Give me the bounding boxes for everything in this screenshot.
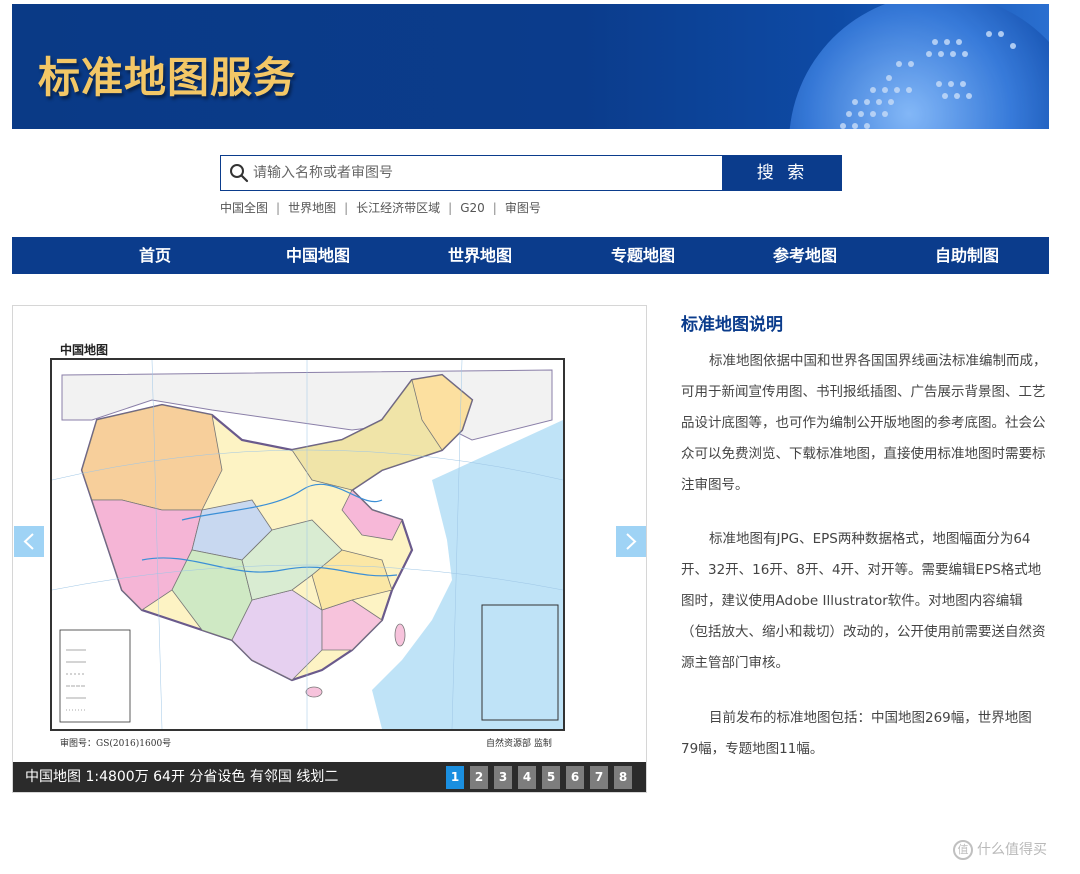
watermark: 值什么值得买 bbox=[953, 839, 1047, 860]
main-nav: 首页 中国地图 世界地图 专题地图 参考地图 自助制图 bbox=[12, 237, 1049, 274]
approval-number: 审图号：GS(2016)1600号 bbox=[60, 739, 172, 749]
page-button-2[interactable]: 2 bbox=[470, 766, 488, 789]
page: 标准地图服务 请输入名称或者审图号 搜 索 中国全图 | 世界地图 | 长江经济… bbox=[0, 0, 1080, 874]
page-button-8[interactable]: 8 bbox=[614, 766, 632, 789]
chevron-right-icon bbox=[626, 533, 637, 550]
page-button-7[interactable]: 7 bbox=[590, 766, 608, 789]
page-button-4[interactable]: 4 bbox=[518, 766, 536, 789]
quick-link-yangtze[interactable]: 长江经济带区域 bbox=[356, 201, 440, 215]
slide-caption-bar: 中国地图 1:4800万 64开 分省设色 有邻国 线划二 1 2 3 4 5 … bbox=[13, 762, 646, 792]
map-title: 中国地图 bbox=[60, 343, 109, 357]
search-button[interactable]: 搜 索 bbox=[723, 155, 842, 191]
nav-item-self-service[interactable]: 自助制图 bbox=[907, 237, 1027, 274]
page-button-6[interactable]: 6 bbox=[566, 766, 584, 789]
separator: | bbox=[344, 201, 349, 215]
nav-item-world-map[interactable]: 世界地图 bbox=[420, 237, 540, 274]
search-input[interactable] bbox=[253, 156, 718, 190]
nav-item-home[interactable]: 首页 bbox=[95, 237, 215, 274]
chevron-left-icon bbox=[23, 533, 34, 550]
search-box bbox=[220, 155, 723, 191]
map-supervisor: 自然资源部 监制 bbox=[486, 739, 552, 749]
site-banner: 标准地图服务 bbox=[12, 4, 1049, 129]
watermark-text: 什么值得买 bbox=[977, 842, 1047, 858]
search-icon bbox=[230, 164, 249, 183]
map-slider: 中国地图 审图号：GS(2016)1600号 自然资源部 监制 中国地图 1:4… bbox=[12, 305, 647, 793]
page-button-1[interactable]: 1 bbox=[446, 766, 464, 789]
quick-link-approval-no[interactable]: 审图号 bbox=[505, 201, 541, 215]
nav-item-reference-map[interactable]: 参考地图 bbox=[745, 237, 865, 274]
description-paragraph: 目前发布的标准地图包括：中国地图269幅，世界地图79幅，专题地图11幅。 bbox=[681, 710, 1032, 757]
next-slide-button[interactable] bbox=[616, 526, 646, 557]
slide-caption: 中国地图 1:4800万 64开 分省设色 有邻国 线划二 bbox=[25, 769, 339, 785]
quick-link-world[interactable]: 世界地图 bbox=[288, 201, 336, 215]
description-paragraph: 标准地图有JPG、EPS两种数据格式，地图幅面分为64开、32开、16开、8开、… bbox=[681, 531, 1046, 671]
nav-item-thematic-map[interactable]: 专题地图 bbox=[583, 237, 703, 274]
watermark-logo-icon: 值 bbox=[953, 840, 973, 860]
page-button-3[interactable]: 3 bbox=[494, 766, 512, 789]
description-paragraph: 标准地图依据中国和世界各国国界线画法标准编制而成，可用于新闻宣传用图、书刊报纸插… bbox=[681, 353, 1047, 493]
separator: | bbox=[448, 201, 453, 215]
nav-item-china-map[interactable]: 中国地图 bbox=[258, 237, 378, 274]
quick-links: 中国全图 | 世界地图 | 长江经济带区域 | G20 | 审图号 bbox=[220, 199, 541, 216]
globe-graphic bbox=[789, 4, 1049, 129]
prev-slide-button[interactable] bbox=[14, 526, 44, 557]
quick-link-china[interactable]: 中国全图 bbox=[220, 201, 268, 215]
separator: | bbox=[492, 201, 497, 215]
page-button-5[interactable]: 5 bbox=[542, 766, 560, 789]
description-title: 标准地图说明 bbox=[681, 315, 783, 335]
separator: | bbox=[276, 201, 281, 215]
map-image[interactable] bbox=[50, 358, 565, 731]
quick-link-g20[interactable]: G20 bbox=[460, 201, 485, 215]
site-title: 标准地图服务 bbox=[38, 53, 297, 102]
